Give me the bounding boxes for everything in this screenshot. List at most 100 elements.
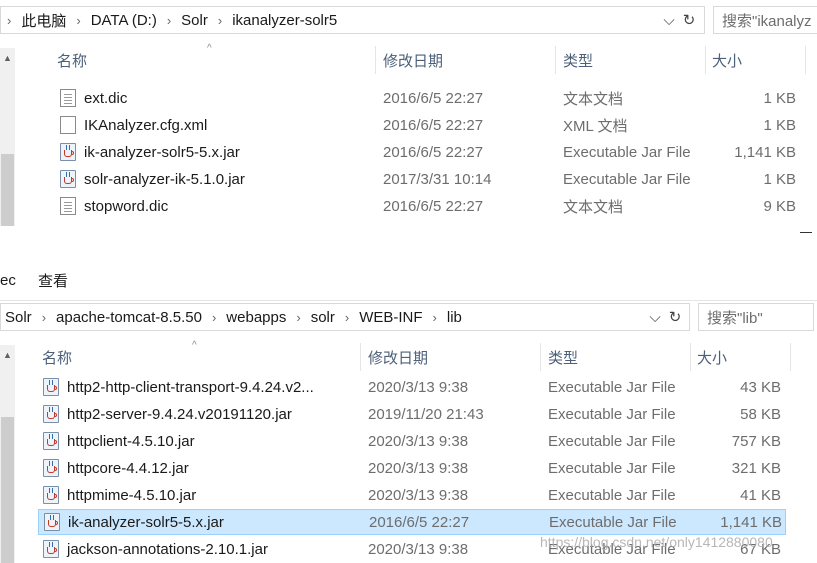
column-date[interactable]: 修改日期	[368, 343, 538, 371]
column-size[interactable]: 大小	[697, 343, 787, 371]
file-name-cell[interactable]: IKAnalyzer.cfg.xml	[60, 112, 207, 138]
file-name-cell[interactable]: stopword.dic	[60, 193, 168, 219]
column-size[interactable]: 大小	[712, 46, 802, 74]
breadcrumb-apache-tomcat[interactable]: apache-tomcat-8.5.50	[52, 304, 206, 330]
file-row[interactable]: IKAnalyzer.cfg.xml 2016/6/5 22:27 XML 文档 1 …	[40, 112, 805, 138]
search-input[interactable]: 搜索"lib"	[698, 303, 814, 331]
file-name-cell[interactable]: jackson-annotations-2.10.1.jar	[43, 536, 268, 562]
file-size: 67 KB	[740, 540, 781, 558]
column-name[interactable]: ^ 名称	[57, 43, 375, 74]
file-name: stopword.dic	[84, 197, 169, 215]
column-type[interactable]: 类型	[563, 46, 703, 74]
file-name-cell[interactable]: ik-analyzer-solr5-5.x.jar	[60, 139, 240, 165]
column-type[interactable]: 类型	[548, 343, 688, 371]
file-row[interactable]: httpcore-4.4.12.jar 2020/3/13 9:38 Executa…	[38, 455, 786, 481]
chevron-down-icon[interactable]: ⌵	[659, 7, 679, 33]
file-date: 2017/3/31 10:14	[383, 170, 492, 188]
sort-up-icon: ^	[207, 43, 212, 54]
file-name: jackson-annotations-2.10.1.jar	[67, 540, 268, 558]
column-date-label: 修改日期	[368, 349, 429, 367]
search-input[interactable]: 搜索"ikanalyz	[713, 6, 817, 34]
file-name-cell[interactable]: httpcore-4.4.12.jar	[43, 455, 189, 481]
column-name-label: 名称	[57, 52, 88, 70]
file-name-cell[interactable]: http2-http-client-transport-9.4.24.v2...	[43, 374, 314, 400]
sort-up-icon: ^	[192, 340, 197, 351]
file-row[interactable]: httpclient-4.5.10.jar 2020/3/13 9:38 Execu…	[38, 428, 786, 454]
file-date: 2016/6/5 22:27	[383, 89, 484, 107]
column-header: ^ 名称 修改日期 类型 大小	[0, 340, 817, 371]
java-jar-icon	[43, 486, 59, 504]
chevron-right-icon: ›	[432, 309, 437, 325]
address-bar[interactable]: Solr › apache-tomcat-8.5.50 › webapps › …	[0, 303, 690, 331]
vertical-scrollbar[interactable]: ▲	[0, 48, 15, 226]
file-date: 2016/6/5 22:27	[383, 143, 484, 161]
file-date: 2020/3/13 9:38	[368, 540, 469, 558]
scrollbar-thumb[interactable]	[1, 417, 14, 563]
file-date: 2020/3/13 9:38	[368, 432, 469, 450]
java-jar-icon	[43, 378, 59, 396]
breadcrumb-data-drive[interactable]: DATA (D:)	[87, 7, 161, 33]
file-name: httpcore-4.4.12.jar	[67, 459, 189, 477]
java-jar-icon	[60, 143, 76, 161]
column-header: ^ 名称 修改日期 类型 大小	[0, 43, 817, 74]
minimize-icon[interactable]	[800, 232, 812, 233]
file-row[interactable]: http2-server-9.4.24.v20191120.jar 2019/11…	[38, 401, 786, 427]
breadcrumb-solr[interactable]: Solr	[1, 304, 36, 330]
file-row[interactable]: jackson-annotations-2.10.1.jar 2020/3/13 …	[38, 536, 786, 562]
file-size: 41 KB	[740, 486, 781, 504]
chevron-down-icon[interactable]: ⌵	[645, 304, 665, 330]
column-size-label: 大小	[697, 349, 728, 367]
file-row[interactable]: ext.dic 2016/6/5 22:27 文本文档 1 KB	[40, 85, 805, 111]
column-type-label: 类型	[563, 52, 594, 70]
file-size: 1 KB	[763, 170, 796, 188]
file-size: 757 KB	[731, 432, 781, 450]
breadcrumb-ikanalyzer-solr5[interactable]: ikanalyzer-solr5	[228, 7, 341, 33]
file-name: ik-analyzer-solr5-5.x.jar	[84, 143, 240, 161]
column-date[interactable]: 修改日期	[383, 46, 553, 74]
file-size: 1,141 KB	[720, 513, 782, 531]
file-type: Executable Jar File	[548, 540, 676, 558]
file-type: XML 文档	[563, 117, 628, 135]
breadcrumb-webapps[interactable]: webapps	[222, 304, 290, 330]
file-name: ik-analyzer-solr5-5.x.jar	[68, 513, 224, 531]
text-document-icon	[60, 89, 76, 107]
column-date-label: 修改日期	[383, 52, 444, 70]
vertical-scrollbar[interactable]: ▲	[0, 345, 15, 563]
xml-file-icon	[60, 116, 76, 134]
file-name-cell[interactable]: httpmime-4.5.10.jar	[43, 482, 196, 508]
file-name-cell[interactable]: http2-server-9.4.24.v20191120.jar	[43, 401, 292, 427]
file-name-cell[interactable]: solr-analyzer-ik-5.1.0.jar	[60, 166, 245, 192]
breadcrumb-solr-app[interactable]: solr	[307, 304, 339, 330]
column-type-label: 类型	[548, 349, 579, 367]
refresh-icon[interactable]: ↻	[679, 7, 699, 33]
column-name[interactable]: ^ 名称	[42, 340, 360, 371]
file-name-cell[interactable]: ext.dic	[60, 85, 127, 111]
file-row[interactable]: solr-analyzer-ik-5.1.0.jar 2017/3/31 10:1…	[40, 166, 805, 192]
file-date: 2020/3/13 9:38	[368, 486, 469, 504]
file-row[interactable]: http2-http-client-transport-9.4.24.v2...…	[38, 374, 786, 400]
file-row[interactable]: stopword.dic 2016/6/5 22:27 文本文档 9 KB	[40, 193, 805, 219]
file-name-cell[interactable]: ik-analyzer-solr5-5.x.jar	[44, 510, 224, 534]
menu-item-share[interactable]: ec	[0, 272, 16, 289]
file-date: 2016/6/5 22:27	[383, 197, 484, 215]
file-row[interactable]: ik-analyzer-solr5-5.x.jar 2016/6/5 22:27 E…	[38, 509, 786, 535]
file-row[interactable]: ik-analyzer-solr5-5.x.jar 2016/6/5 22:27 E…	[40, 139, 805, 165]
breadcrumb-lib[interactable]: lib	[443, 304, 466, 330]
chevron-right-icon: ›	[76, 12, 81, 28]
file-size: 1 KB	[763, 116, 796, 134]
file-row[interactable]: httpmime-4.5.10.jar 2020/3/13 9:38 Executa…	[38, 482, 786, 508]
address-bar[interactable]: › 此电脑 › DATA (D:) › Solr › ikanalyzer-so…	[0, 6, 705, 34]
breadcrumb-solr[interactable]: Solr	[177, 7, 212, 33]
file-name-cell[interactable]: httpclient-4.5.10.jar	[43, 428, 195, 454]
chevron-right-icon: ›	[41, 309, 47, 325]
file-name: httpclient-4.5.10.jar	[67, 432, 195, 450]
chevron-right-icon: ›	[211, 309, 217, 325]
breadcrumb-this-pc[interactable]: 此电脑	[17, 7, 70, 33]
menu-item-view[interactable]: 查看	[38, 270, 68, 291]
file-name: ext.dic	[84, 89, 128, 107]
refresh-icon[interactable]: ↻	[665, 304, 685, 330]
scrollbar-thumb[interactable]	[1, 154, 14, 226]
breadcrumb-web-inf[interactable]: WEB-INF	[355, 304, 426, 330]
file-type: Executable Jar File	[548, 378, 676, 396]
file-name: httpmime-4.5.10.jar	[67, 486, 197, 504]
